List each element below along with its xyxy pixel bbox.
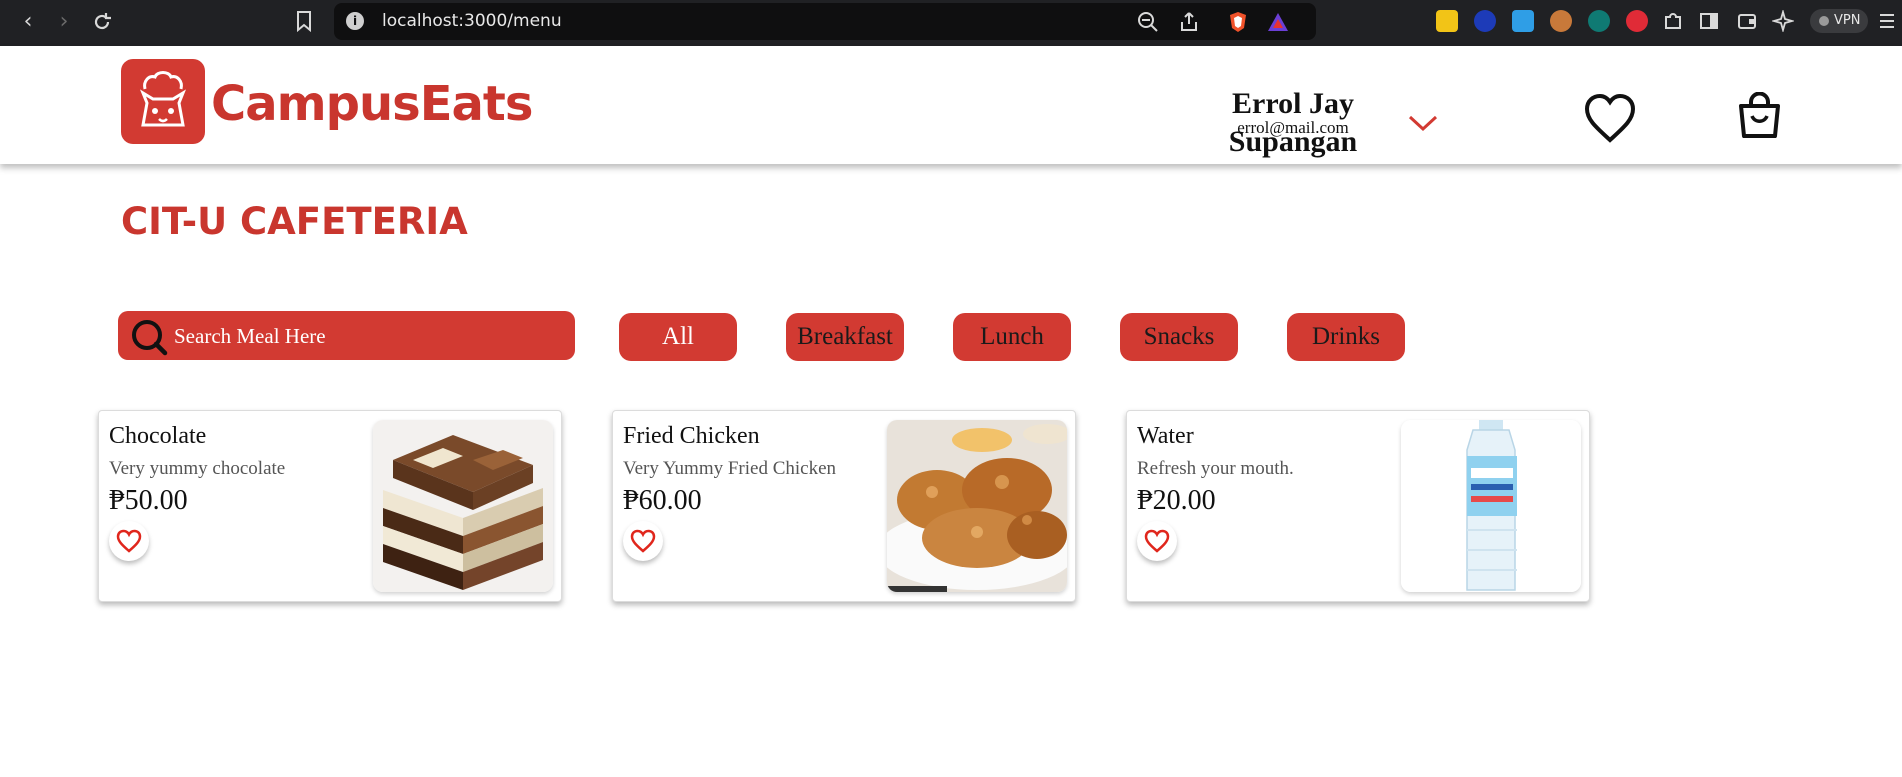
vpn-button[interactable]: VPN: [1810, 9, 1868, 33]
search-icon: [132, 320, 168, 356]
leo-ai-icon[interactable]: [1772, 10, 1794, 32]
back-icon[interactable]: ‹: [14, 8, 42, 36]
puzzle-icon[interactable]: [1662, 10, 1684, 32]
item-name: Fried Chicken: [623, 423, 760, 449]
bookmark-icon[interactable]: [296, 10, 312, 32]
heart-icon: [1144, 529, 1170, 553]
site-info-icon[interactable]: i: [346, 12, 364, 30]
fried-chicken-image: [887, 420, 1067, 592]
item-price: ₱20.00: [1137, 485, 1216, 516]
wallet-icon[interactable]: [1736, 10, 1758, 32]
reload-icon[interactable]: [88, 8, 116, 36]
extension-icon[interactable]: [1588, 10, 1610, 32]
favorite-button[interactable]: [1137, 521, 1177, 561]
url-text: localhost:3000/menu: [382, 11, 562, 31]
sidebar-icon[interactable]: [1698, 10, 1720, 32]
zoom-icon[interactable]: [1136, 10, 1160, 34]
brave-shield-icon[interactable]: [1226, 10, 1250, 34]
item-description: Refresh your mouth.: [1137, 458, 1294, 479]
item-description: Very Yummy Fried Chicken: [623, 458, 837, 479]
brand-name[interactable]: CampusEats: [211, 76, 533, 132]
share-icon[interactable]: [1178, 10, 1202, 34]
heart-icon: [630, 529, 656, 553]
chocolate-image: [373, 420, 553, 592]
menu-item-card[interactable]: Water Refresh your mouth. ₱20.00: [1126, 410, 1590, 602]
item-price: ₱50.00: [109, 485, 188, 516]
menu-item-card[interactable]: Fried Chicken Very Yummy Fried Chicken ₱…: [612, 410, 1076, 602]
forward-icon[interactable]: ›: [50, 8, 78, 36]
search-input[interactable]: [174, 319, 564, 353]
page-title: CIT-U CAFETERIA: [121, 200, 468, 243]
extension-icon[interactable]: [1512, 10, 1534, 32]
favorite-button[interactable]: [109, 521, 149, 561]
menu-item-card[interactable]: Chocolate Very yummy chocolate ₱50.00: [98, 410, 562, 602]
menu-icon[interactable]: [1878, 12, 1896, 30]
category-snacks-button[interactable]: Snacks: [1120, 313, 1238, 361]
item-description: Very yummy chocolate: [109, 458, 286, 479]
category-drinks-button[interactable]: Drinks: [1287, 313, 1405, 361]
brave-rewards-icon[interactable]: [1266, 10, 1290, 34]
search-bar[interactable]: [118, 311, 575, 360]
category-breakfast-button[interactable]: Breakfast: [786, 313, 904, 361]
category-all-button[interactable]: All: [619, 313, 737, 361]
favorite-button[interactable]: [623, 521, 663, 561]
browser-toolbar: ‹ › i localhost:3000/menu VPN: [0, 0, 1902, 46]
extension-icon[interactable]: [1474, 10, 1496, 32]
item-name: Chocolate: [109, 423, 207, 449]
item-name: Water: [1137, 423, 1194, 449]
category-lunch-button[interactable]: Lunch: [953, 313, 1071, 361]
cookie-icon[interactable]: [1550, 10, 1572, 32]
user-email: errol@mail.com: [1237, 118, 1349, 137]
address-bar[interactable]: i localhost:3000/menu: [334, 3, 1316, 40]
extension-icon[interactable]: [1436, 10, 1458, 32]
chevron-down-icon[interactable]: [1407, 113, 1439, 133]
play-icon[interactable]: [1626, 10, 1648, 32]
favorites-heart-icon[interactable]: [1583, 92, 1637, 144]
cart-bag-icon[interactable]: [1737, 92, 1782, 140]
water-bottle-image: [1401, 420, 1581, 592]
user-first-name: Errol Jay: [1232, 87, 1354, 120]
app-header: CampusEats Errol Jay Supangan errol@mail…: [0, 46, 1902, 164]
item-price: ₱60.00: [623, 485, 702, 516]
logo-icon[interactable]: [121, 59, 205, 144]
heart-icon: [116, 529, 142, 553]
